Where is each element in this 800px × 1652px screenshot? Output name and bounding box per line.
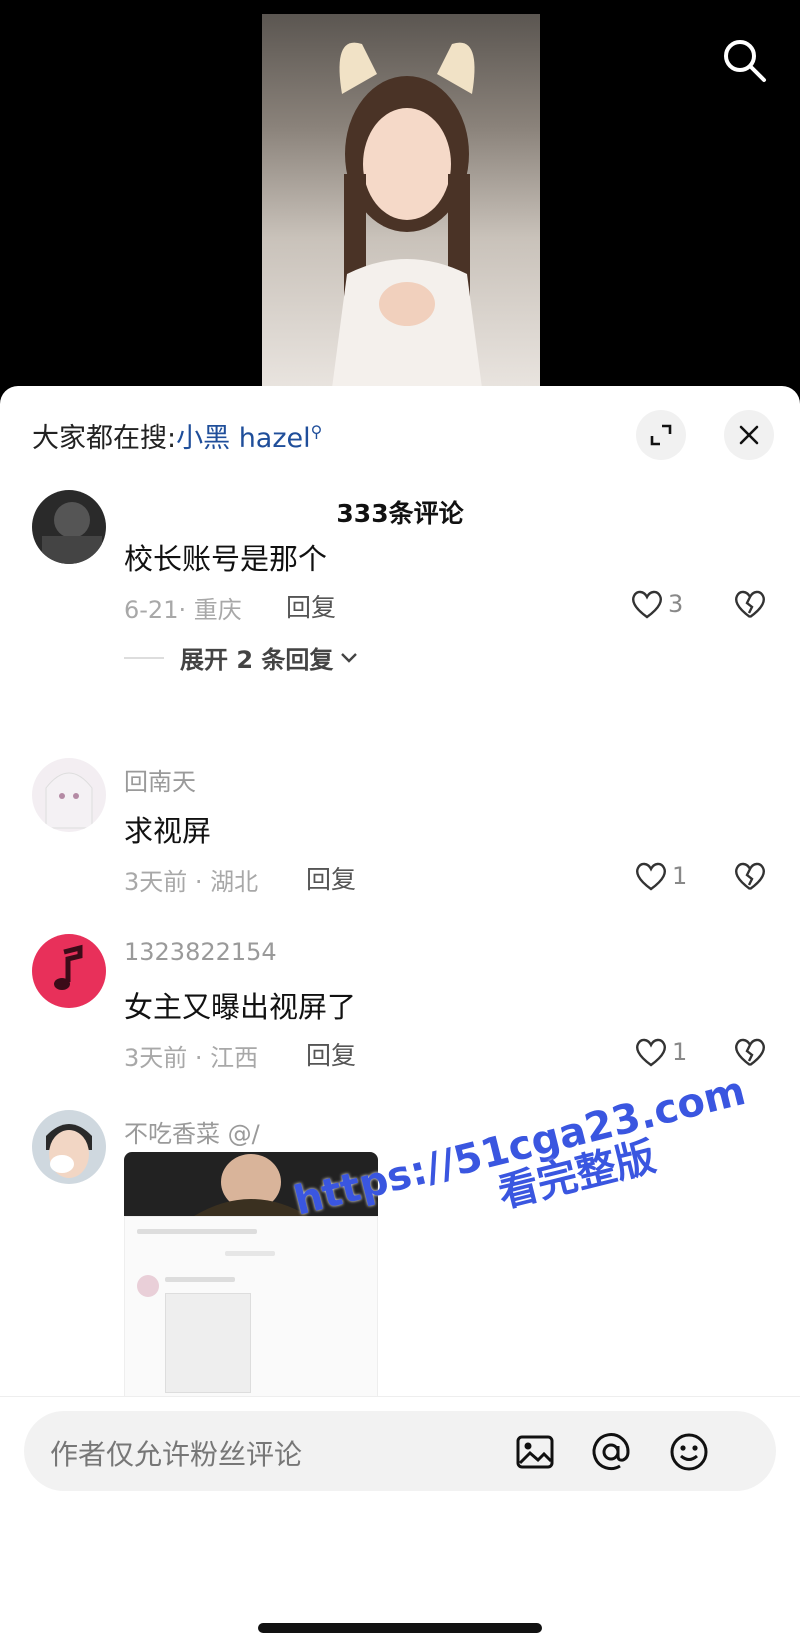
video-thumbnail <box>262 14 540 388</box>
heart-icon <box>632 590 662 619</box>
like-count: 1 <box>672 862 688 890</box>
heart-icon <box>636 862 666 891</box>
comment-text: 求视屏 <box>124 814 212 848</box>
comment-date: 6-21 <box>124 596 179 624</box>
like-button[interactable]: 1 <box>634 1034 687 1070</box>
expand-replies-button[interactable]: 展开 2 条回复 <box>124 640 359 675</box>
expand-replies-label: 展开 2 条回复 <box>180 646 334 674</box>
streamer-figure <box>332 42 482 388</box>
comment-meta: 3天前 · 江西 <box>124 1038 258 1073</box>
comment-author[interactable]: 不吃香菜 @/ <box>124 1114 260 1149</box>
like-count: 1 <box>672 1038 688 1066</box>
at-icon[interactable] <box>590 1431 632 1473</box>
comment-meta: 3天前 · 湖北 <box>124 862 258 897</box>
comment-meta: 6-21· 重庆 <box>124 590 242 625</box>
like-count: 3 <box>668 590 684 618</box>
search-icon[interactable] <box>720 36 768 84</box>
music-note-icon <box>54 944 83 990</box>
heart-icon <box>636 1038 666 1067</box>
comment-location: · 湖北 <box>194 868 259 896</box>
avatar[interactable] <box>32 934 106 1008</box>
comments-count: 333条评论 <box>336 499 464 528</box>
hot-search-suggestion[interactable]: 大家都在搜:小黑 hazel⚲ <box>32 416 322 455</box>
comment-text: 女主又曝出视屏了 <box>124 990 357 1024</box>
close-button[interactable] <box>724 410 774 460</box>
emoji-icon[interactable] <box>668 1431 710 1473</box>
close-icon <box>739 425 759 445</box>
sheet-header: 大家都在搜:小黑 hazel⚲ <box>0 386 800 486</box>
image-icon[interactable] <box>514 1431 556 1473</box>
broken-heart-icon[interactable] <box>732 586 768 622</box>
video-player[interactable] <box>0 0 800 400</box>
hot-search-prefix: 大家都在搜: <box>32 423 177 454</box>
expand-icon <box>650 424 672 446</box>
divider <box>124 656 164 659</box>
comment-input[interactable]: 作者仅允许粉丝评论 <box>24 1411 776 1491</box>
avatar[interactable] <box>32 1110 106 1184</box>
home-indicator[interactable] <box>258 1623 542 1633</box>
comment-author[interactable]: 1323822154 <box>124 938 277 966</box>
comment-date: 3天前 <box>124 1044 188 1072</box>
comment-text: 校长账号是那个 <box>124 542 328 576</box>
expand-button[interactable] <box>636 410 686 460</box>
reply-button[interactable]: 回复 <box>306 860 356 896</box>
comment-composer: 作者仅允许粉丝评论 <box>0 1396 800 1652</box>
search-small-icon: ⚲ <box>310 422 323 441</box>
avatar[interactable] <box>32 758 106 832</box>
comment-author[interactable]: 回南天 <box>124 762 196 797</box>
like-button[interactable]: 3 <box>630 586 683 622</box>
reply-button[interactable]: 回复 <box>306 1036 356 1072</box>
broken-heart-icon[interactable] <box>732 1034 768 1070</box>
comment-date: 3天前 <box>124 868 188 896</box>
chevron-down-icon <box>341 652 358 663</box>
hot-search-term[interactable]: 小黑 hazel <box>176 423 311 454</box>
like-button[interactable]: 1 <box>634 858 687 894</box>
reply-button[interactable]: 回复 <box>286 588 336 624</box>
avatar[interactable] <box>32 490 106 564</box>
comment-input-placeholder: 作者仅允许粉丝评论 <box>50 1438 303 1471</box>
broken-heart-icon[interactable] <box>732 858 768 894</box>
comment-location: · 重庆 <box>178 596 242 624</box>
comment-location: · 江西 <box>194 1044 259 1072</box>
